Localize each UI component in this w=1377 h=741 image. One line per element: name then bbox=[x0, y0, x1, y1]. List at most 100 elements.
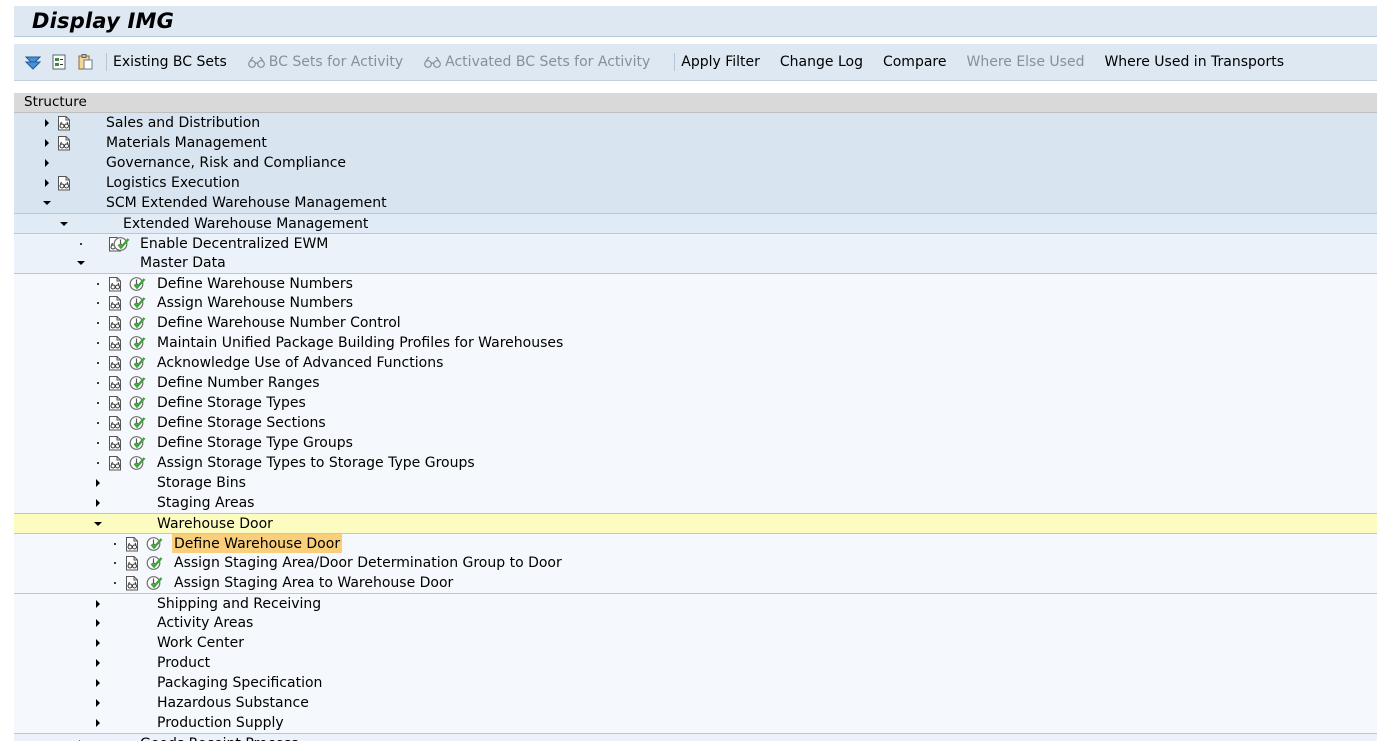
compare-button[interactable]: Compare bbox=[883, 54, 947, 70]
expand-arrow-icon[interactable] bbox=[42, 113, 52, 133]
tree-node-goods-receipt-process[interactable]: Goods Receipt Process bbox=[14, 733, 1377, 741]
documentation-icon[interactable] bbox=[107, 455, 123, 471]
tree-node-label[interactable]: Master Data bbox=[140, 253, 226, 273]
bc-sets-for-activity-button[interactable]: BC Sets for Activity bbox=[247, 54, 403, 70]
expand-arrow-icon[interactable] bbox=[93, 653, 103, 673]
expand-arrow-icon[interactable] bbox=[93, 594, 103, 614]
tree-node-define-storage-type-groups[interactable]: Define Storage Type Groups bbox=[14, 433, 1377, 453]
tree-node-label[interactable]: Define Storage Type Groups bbox=[157, 433, 353, 453]
tree-node-label[interactable]: Maintain Unified Package Building Profil… bbox=[157, 333, 563, 353]
filter-icon[interactable] bbox=[24, 53, 42, 71]
documentation-icon[interactable] bbox=[56, 175, 72, 191]
tree-node-label[interactable]: Enable Decentralized EWM bbox=[140, 234, 328, 254]
tree-node-label[interactable]: Define Warehouse Number Control bbox=[157, 313, 401, 333]
tree-expand-icon[interactable] bbox=[50, 53, 68, 71]
tree-node-work-center[interactable]: Work Center bbox=[14, 633, 1377, 653]
tree-node-label[interactable]: Hazardous Substance bbox=[157, 693, 309, 713]
expand-arrow-icon[interactable] bbox=[93, 613, 103, 633]
documentation-icon[interactable] bbox=[107, 355, 123, 371]
execute-activity-icon[interactable] bbox=[146, 575, 163, 591]
tree-node-shipping-and-receiving[interactable]: Shipping and Receiving bbox=[14, 593, 1377, 613]
documentation-icon[interactable] bbox=[107, 435, 123, 451]
expand-arrow-icon[interactable] bbox=[76, 734, 86, 741]
tree-node-label[interactable]: Define Storage Sections bbox=[157, 413, 326, 433]
tree-node-label[interactable]: Goods Receipt Process bbox=[140, 734, 298, 741]
tree-node-label[interactable]: Storage Bins bbox=[157, 473, 246, 493]
tree-node-staging-areas[interactable]: Staging Areas bbox=[14, 493, 1377, 513]
where-else-used-button[interactable]: Where Else Used bbox=[966, 54, 1084, 70]
tree-node-label[interactable]: SCM Extended Warehouse Management bbox=[106, 193, 387, 213]
tree-node-assign-warehouse-numbers[interactable]: Assign Warehouse Numbers bbox=[14, 293, 1377, 313]
tree-node-warehouse-door[interactable]: Warehouse Door bbox=[14, 513, 1377, 533]
expand-arrow-icon[interactable] bbox=[93, 713, 103, 733]
execute-activity-icon[interactable] bbox=[129, 276, 146, 292]
tree-node-label[interactable]: Define Warehouse Door bbox=[172, 534, 343, 554]
tree-node-label[interactable]: Governance, Risk and Compliance bbox=[106, 153, 346, 173]
documentation-icon[interactable] bbox=[107, 276, 123, 292]
execute-activity-icon[interactable] bbox=[146, 555, 163, 571]
tree-node-label[interactable]: Sales and Distribution bbox=[106, 113, 260, 133]
execute-activity-icon[interactable] bbox=[129, 455, 146, 471]
tree-node-label[interactable]: Define Number Ranges bbox=[157, 373, 320, 393]
documentation-icon[interactable] bbox=[107, 335, 123, 351]
expand-arrow-icon[interactable] bbox=[42, 133, 52, 153]
execute-activity-icon[interactable] bbox=[129, 435, 146, 451]
execute-activity-icon[interactable] bbox=[129, 295, 146, 311]
tree-node-production-supply[interactable]: Production Supply bbox=[14, 713, 1377, 733]
documentation-icon[interactable] bbox=[107, 295, 123, 311]
tree-node-label[interactable]: Warehouse Door bbox=[157, 514, 273, 534]
documentation-icon[interactable] bbox=[124, 536, 140, 552]
tree-node-product[interactable]: Product bbox=[14, 653, 1377, 673]
documentation-icon[interactable] bbox=[124, 555, 140, 571]
tree-node-activity-areas[interactable]: Activity Areas bbox=[14, 613, 1377, 633]
tree-node-define-storage-types[interactable]: Define Storage Types bbox=[14, 393, 1377, 413]
expand-arrow-icon[interactable] bbox=[93, 673, 103, 693]
documentation-icon[interactable] bbox=[124, 575, 140, 591]
tree-node-label[interactable]: Production Supply bbox=[157, 713, 284, 733]
expand-arrow-icon[interactable] bbox=[93, 493, 103, 513]
tree-node-label[interactable]: Acknowledge Use of Advanced Functions bbox=[157, 353, 443, 373]
activated-bc-sets-button[interactable]: Activated BC Sets for Activity bbox=[423, 54, 650, 70]
documentation-icon[interactable] bbox=[56, 115, 72, 131]
execute-activity-icon[interactable] bbox=[129, 375, 146, 391]
tree-node-governance-risk-and-compliance[interactable]: Governance, Risk and Compliance bbox=[14, 153, 1377, 173]
expand-arrow-icon[interactable] bbox=[93, 473, 103, 493]
tree-node-define-warehouse-number-control[interactable]: Define Warehouse Number Control bbox=[14, 313, 1377, 333]
collapse-arrow-icon[interactable] bbox=[93, 514, 103, 534]
where-used-in-transports-button[interactable]: Where Used in Transports bbox=[1104, 54, 1284, 70]
collapse-arrow-icon[interactable] bbox=[76, 253, 86, 273]
collapse-arrow-icon[interactable] bbox=[59, 214, 69, 234]
tree-node-label[interactable]: Define Warehouse Numbers bbox=[157, 274, 353, 294]
tree-node-define-number-ranges[interactable]: Define Number Ranges bbox=[14, 373, 1377, 393]
clipboard-icon[interactable] bbox=[76, 53, 94, 71]
tree-node-logistics-execution[interactable]: Logistics Execution bbox=[14, 173, 1377, 193]
tree-node-maintain-unified-package-building-profiles-for-warehouses[interactable]: Maintain Unified Package Building Profil… bbox=[14, 333, 1377, 353]
tree-node-label[interactable]: Assign Storage Types to Storage Type Gro… bbox=[157, 453, 475, 473]
tree-node-label[interactable]: Logistics Execution bbox=[106, 173, 240, 193]
execute-activity-icon[interactable] bbox=[129, 355, 146, 371]
expand-arrow-icon[interactable] bbox=[93, 693, 103, 713]
tree-node-enable-decentralized-ewm[interactable]: Enable Decentralized EWM bbox=[14, 233, 1377, 253]
tree-node-hazardous-substance[interactable]: Hazardous Substance bbox=[14, 693, 1377, 713]
tree-node-label[interactable]: Assign Staging Area/Door Determination G… bbox=[174, 553, 562, 573]
tree-node-label[interactable]: Activity Areas bbox=[157, 613, 253, 633]
execute-activity-icon[interactable] bbox=[129, 315, 146, 331]
documentation-icon[interactable] bbox=[107, 315, 123, 331]
tree-node-assign-staging-area-to-warehouse-door[interactable]: Assign Staging Area to Warehouse Door bbox=[14, 573, 1377, 593]
tree-node-storage-bins[interactable]: Storage Bins bbox=[14, 473, 1377, 493]
tree-node-acknowledge-use-of-advanced-functions[interactable]: Acknowledge Use of Advanced Functions bbox=[14, 353, 1377, 373]
apply-filter-button[interactable]: Apply Filter bbox=[681, 54, 760, 70]
collapse-arrow-icon[interactable] bbox=[42, 193, 52, 213]
expand-arrow-icon[interactable] bbox=[42, 153, 52, 173]
tree-node-define-warehouse-numbers[interactable]: Define Warehouse Numbers bbox=[14, 273, 1377, 293]
documentation-icon[interactable] bbox=[56, 135, 72, 151]
tree-node-label[interactable]: Packaging Specification bbox=[157, 673, 322, 693]
tree-node-sales-and-distribution[interactable]: Sales and Distribution bbox=[14, 113, 1377, 133]
documentation-icon[interactable] bbox=[107, 415, 123, 431]
execute-activity-icon[interactable] bbox=[146, 536, 163, 552]
tree-node-assign-storage-types-to-storage-type-groups[interactable]: Assign Storage Types to Storage Type Gro… bbox=[14, 453, 1377, 473]
tree-node-label[interactable]: Work Center bbox=[157, 633, 244, 653]
tree-node-label[interactable]: Define Storage Types bbox=[157, 393, 306, 413]
tree-node-extended-warehouse-management[interactable]: Extended Warehouse Management bbox=[14, 213, 1377, 233]
change-log-button[interactable]: Change Log bbox=[780, 54, 863, 70]
